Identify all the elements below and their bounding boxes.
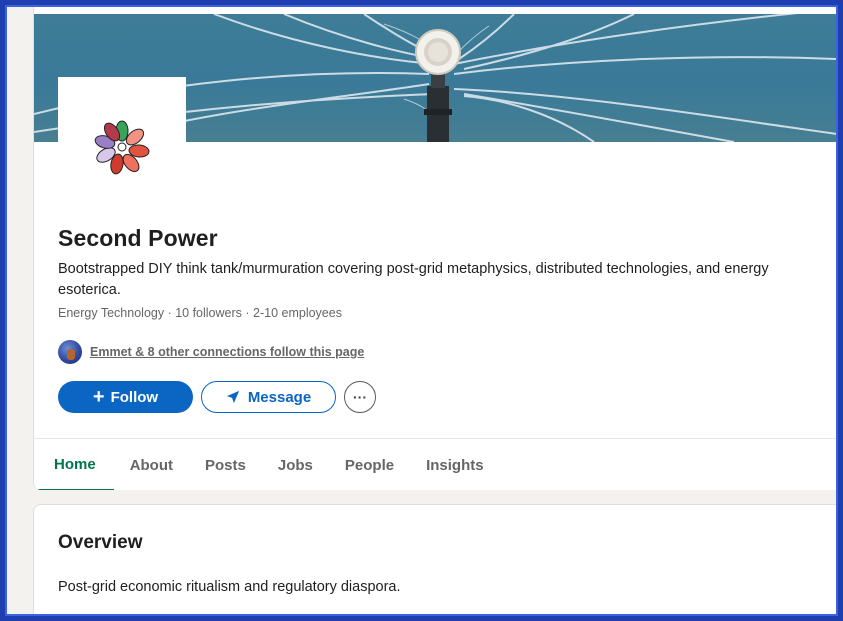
- overview-section: Overview Post-grid economic ritualism an…: [33, 504, 836, 614]
- more-options-button[interactable]: ···: [344, 381, 376, 413]
- overview-heading: Overview: [58, 532, 143, 553]
- company-tagline: Bootstrapped DIY think tank/murmuration …: [58, 261, 769, 298]
- message-label: Message: [247, 388, 312, 406]
- follow-label: Follow: [110, 388, 159, 406]
- company-logo[interactable]: [58, 77, 186, 205]
- tab-jobs[interactable]: Jobs: [262, 439, 329, 490]
- company-meta: Energy Technology · 10 followers · 2-10 …: [58, 306, 342, 320]
- flower-logo-icon: [94, 120, 150, 175]
- page-tabs: Home About Posts Jobs People Insights: [34, 438, 836, 490]
- send-icon: [226, 390, 239, 404]
- overview-text: Post-grid economic ritualism and regulat…: [58, 579, 401, 595]
- company-header-card: Second Power Bootstrapped DIY think tank…: [33, 7, 836, 490]
- follow-button[interactable]: + Follow: [58, 381, 193, 413]
- tab-posts[interactable]: Posts: [189, 439, 262, 490]
- action-buttons: + Follow Message ···: [58, 381, 376, 413]
- tab-home[interactable]: Home: [34, 439, 114, 490]
- tab-insights[interactable]: Insights: [410, 439, 500, 490]
- message-button[interactable]: Message: [201, 381, 336, 413]
- company-name: Second Power: [58, 225, 218, 251]
- more-icon: ···: [353, 389, 367, 405]
- connection-avatar: [58, 340, 82, 364]
- plus-icon: +: [92, 386, 105, 408]
- connections-link[interactable]: Emmet & 8 other connections follow this …: [90, 345, 364, 359]
- tab-people[interactable]: People: [329, 439, 410, 490]
- tab-about[interactable]: About: [114, 439, 189, 490]
- company-page: Second Power Bootstrapped DIY think tank…: [7, 7, 836, 614]
- connections-follow[interactable]: Emmet & 8 other connections follow this …: [58, 340, 364, 364]
